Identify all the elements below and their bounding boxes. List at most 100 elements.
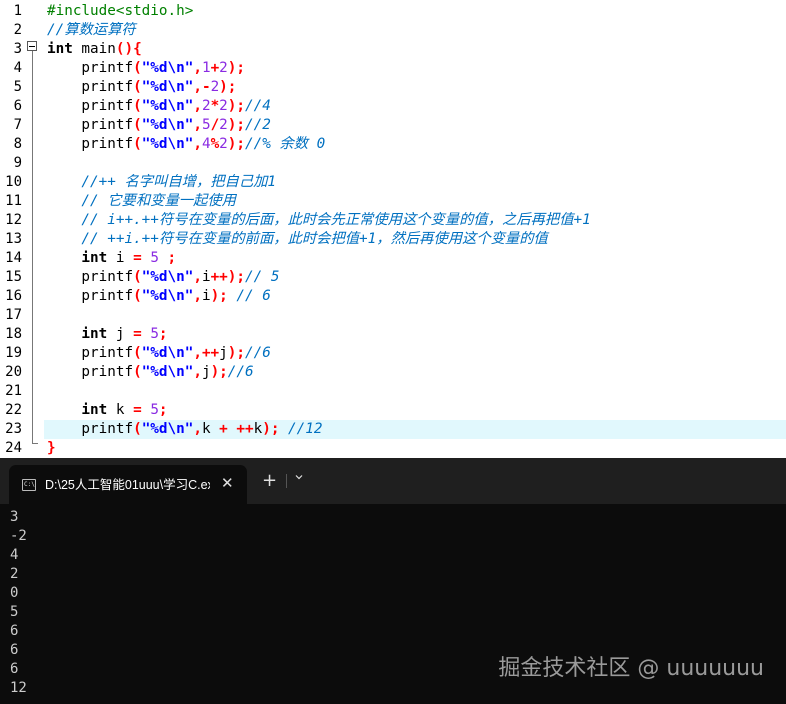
code-line[interactable]: 19 printf("%d\n",++j);//6 xyxy=(0,344,786,363)
code-token: int xyxy=(47,326,108,342)
code-token: ( xyxy=(133,117,142,133)
line-code: // ++i.++符号在变量的前面，此时会把值+1，然后再使用这个变量的值 xyxy=(47,230,548,249)
code-token: ++); xyxy=(210,269,245,285)
code-token: , xyxy=(193,117,202,133)
code-token: printf xyxy=(47,345,134,361)
code-token: - xyxy=(201,79,211,95)
code-line[interactable]: 24} xyxy=(0,439,786,458)
code-token: 5 xyxy=(150,402,159,418)
code-token: k xyxy=(253,421,263,437)
code-token: ( xyxy=(133,345,142,361)
code-line[interactable]: 7 printf("%d\n",5/2);//2 xyxy=(0,116,786,135)
tab-separator xyxy=(286,474,287,488)
code-token: printf xyxy=(47,364,134,380)
terminal-tab[interactable]: C:\ D:\25人工智能01uuu\学习C.exe ✕ xyxy=(9,465,247,504)
line-code: printf("%d\n",i); // 6 xyxy=(47,287,271,306)
code-token: //++ 名字叫自增，把自己加1 xyxy=(47,174,277,190)
line-code: printf("%d\n",++j);//6 xyxy=(47,344,270,363)
code-line[interactable]: 6 printf("%d\n",2*2);//4 xyxy=(0,97,786,116)
line-number: 1 xyxy=(13,3,22,19)
code-token: (){ xyxy=(115,41,142,57)
code-token: #include<stdio.h> xyxy=(47,3,194,19)
output-line: 5 xyxy=(10,604,19,620)
code-line[interactable]: 17 xyxy=(0,306,786,325)
code-line[interactable]: 20 printf("%d\n",j);//6 xyxy=(0,363,786,382)
code-token: , xyxy=(193,98,202,114)
code-line[interactable]: 5 printf("%d\n",-2); xyxy=(0,78,786,97)
output-line: -2 xyxy=(10,528,27,544)
line-code: int main(){ xyxy=(47,40,142,59)
code-token: 4 xyxy=(201,136,211,152)
output-line: 4 xyxy=(10,547,19,563)
line-number: 14 xyxy=(5,250,22,266)
code-token: // 6 xyxy=(236,288,271,304)
code-token: printf xyxy=(47,98,134,114)
code-token: ); xyxy=(210,288,228,304)
code-line[interactable]: 14 int i = 5 ; xyxy=(0,249,786,268)
close-icon[interactable]: ✕ xyxy=(221,474,234,492)
fold-collapse-icon[interactable] xyxy=(27,41,37,51)
terminal-window[interactable]: C:\ D:\25人工智能01uuu\学习C.exe ✕ + 3 -2 4 2 0 5 6 6… xyxy=(0,458,786,704)
code-token: , xyxy=(193,136,202,152)
code-token: ; xyxy=(167,250,177,266)
code-token: i xyxy=(201,288,211,304)
code-token: ( xyxy=(133,269,142,285)
code-line[interactable]: 21 xyxy=(0,382,786,401)
code-token: k xyxy=(201,421,220,437)
code-line[interactable]: 16 printf("%d\n",i); // 6 xyxy=(0,287,786,306)
code-token: ( xyxy=(133,421,142,437)
code-line[interactable]: 12 // i++.++符号在变量的后面，此时会先正常使用这个变量的值，之后再把… xyxy=(0,211,786,230)
line-code: //算数运算符 xyxy=(47,21,136,40)
code-token: 2 xyxy=(219,98,228,114)
line-number: 4 xyxy=(13,60,22,76)
code-line[interactable]: 1 #include<stdio.h> xyxy=(0,2,786,21)
code-token: // ++i.++符号在变量的前面，此时会把值+1，然后再使用这个变量的值 xyxy=(47,231,548,247)
code-token: //2 xyxy=(245,117,271,133)
code-token: ); xyxy=(262,421,280,437)
code-token: + xyxy=(219,421,228,437)
code-line[interactable]: 4 printf("%d\n",1+2); xyxy=(0,59,786,78)
code-token: // 5 xyxy=(245,269,280,285)
code-line[interactable]: 18 int j = 5; xyxy=(0,325,786,344)
line-code: printf("%d\n",i++);// 5 xyxy=(47,268,279,287)
code-line[interactable]: 8 printf("%d\n",4%2);//% 余数 0 xyxy=(0,135,786,154)
code-token: % xyxy=(210,136,220,152)
code-token: ; xyxy=(158,402,168,418)
code-token: = xyxy=(133,250,142,266)
line-code: // 它要和变量一起使用 xyxy=(47,192,236,211)
code-token: ); xyxy=(227,60,245,76)
code-line[interactable]: 13 // ++i.++符号在变量的前面，此时会把值+1，然后再使用这个变量的值 xyxy=(0,230,786,249)
code-line[interactable]: 9 xyxy=(0,154,786,173)
code-line[interactable]: 15 printf("%d\n",i++);// 5 xyxy=(0,268,786,287)
code-token: j xyxy=(201,364,211,380)
code-token: // i++.++符号在变量的后面，此时会先正常使用这个变量的值，之后再把值+1 xyxy=(47,212,591,228)
line-code: // i++.++符号在变量的后面，此时会先正常使用这个变量的值，之后再把值+1 xyxy=(47,211,591,230)
code-line[interactable]: 10 //++ 名字叫自增，把自己加1 xyxy=(0,173,786,192)
code-token: ); xyxy=(219,79,237,95)
code-line[interactable]: 3 int main(){ xyxy=(0,40,786,59)
line-code: printf("%d\n",j);//6 xyxy=(47,363,253,382)
code-token: , xyxy=(193,269,202,285)
code-token: k xyxy=(107,402,134,418)
code-line[interactable]: 11 // 它要和变量一起使用 xyxy=(0,192,786,211)
code-line[interactable]: 2 //算数运算符 xyxy=(0,21,786,40)
code-line[interactable]: 23 printf("%d\n",k + ++k); //12 xyxy=(0,420,786,439)
new-tab-button[interactable]: + xyxy=(262,472,277,490)
output-line: 6 xyxy=(10,642,19,658)
output-line: 3 xyxy=(10,509,19,525)
code-token: //4 xyxy=(245,98,271,114)
fold-guide-end xyxy=(32,443,38,444)
code-token: "%d\n" xyxy=(141,117,194,133)
line-code: printf("%d\n",1+2); xyxy=(47,59,245,78)
code-token: ); xyxy=(227,98,245,114)
line-number: 7 xyxy=(13,117,22,133)
code-token: ); xyxy=(210,364,228,380)
code-line[interactable]: 22 int k = 5; xyxy=(0,401,786,420)
line-number: 15 xyxy=(5,269,22,285)
code-token: "%d\n" xyxy=(141,288,194,304)
output-line: 12 xyxy=(10,680,27,696)
code-editor[interactable]: 1 #include<stdio.h> 2//算数运算符 3 int main(){4 … xyxy=(0,0,786,458)
chevron-down-icon[interactable] xyxy=(295,473,303,481)
code-token: int xyxy=(47,250,108,266)
